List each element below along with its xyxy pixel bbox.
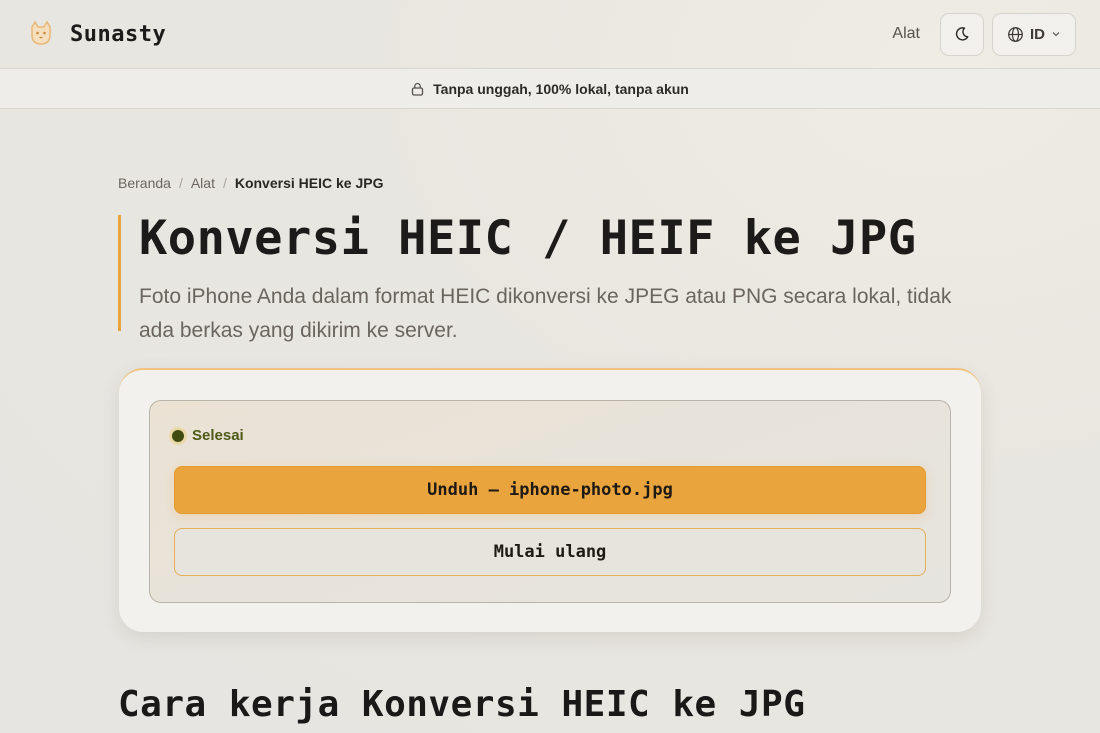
brand-name[interactable]: Sunasty: [70, 22, 166, 47]
lock-icon: [412, 82, 424, 96]
moon-icon: [955, 27, 969, 41]
breadcrumb-separator: /: [178, 175, 183, 191]
how-it-works-heading: Cara kerja Konversi HEIC ke JPG: [118, 684, 806, 725]
privacy-notice-text: Tanpa unggah, 100% lokal, tanpa akun: [433, 80, 689, 97]
download-button[interactable]: Unduh — iphone-photo.jpg: [174, 466, 926, 514]
breadcrumb-home[interactable]: Beranda: [118, 175, 171, 191]
nav-link-tools[interactable]: Alat: [892, 25, 920, 43]
converter-card: Selesai Unduh — iphone-photo.jpg Mulai u…: [119, 368, 981, 632]
privacy-notice-bar: Tanpa unggah, 100% lokal, tanpa akun: [0, 68, 1100, 109]
restart-button[interactable]: Mulai ulang: [174, 528, 926, 576]
result-panel: Selesai Unduh — iphone-photo.jpg Mulai u…: [149, 400, 951, 603]
theme-toggle-button[interactable]: [940, 12, 984, 56]
top-navigation-bar: Sunasty Alat ID: [0, 0, 1100, 68]
chevron-down-icon: [1052, 32, 1060, 37]
page-title: Konversi HEIC / HEIF ke JPG: [139, 211, 917, 266]
breadcrumb: Beranda / Alat / Konversi HEIC ke JPG: [118, 175, 383, 191]
status-badge: Selesai: [172, 427, 244, 444]
language-selector[interactable]: ID: [992, 12, 1076, 56]
cat-logo-icon[interactable]: [24, 17, 58, 51]
page-subtitle: Foto iPhone Anda dalam format HEIC dikon…: [139, 285, 952, 342]
status-dot-icon: [172, 429, 184, 442]
status-text: Selesai: [192, 427, 244, 444]
breadcrumb-current: Konversi HEIC ke JPG: [234, 175, 384, 191]
page-hero: Konversi HEIC / HEIF ke JPG Foto iPhone …: [118, 211, 978, 342]
globe-icon: [1008, 26, 1023, 42]
language-code: ID: [1030, 25, 1045, 43]
breadcrumb-tools[interactable]: Alat: [191, 175, 215, 191]
breadcrumb-separator: /: [222, 175, 227, 191]
